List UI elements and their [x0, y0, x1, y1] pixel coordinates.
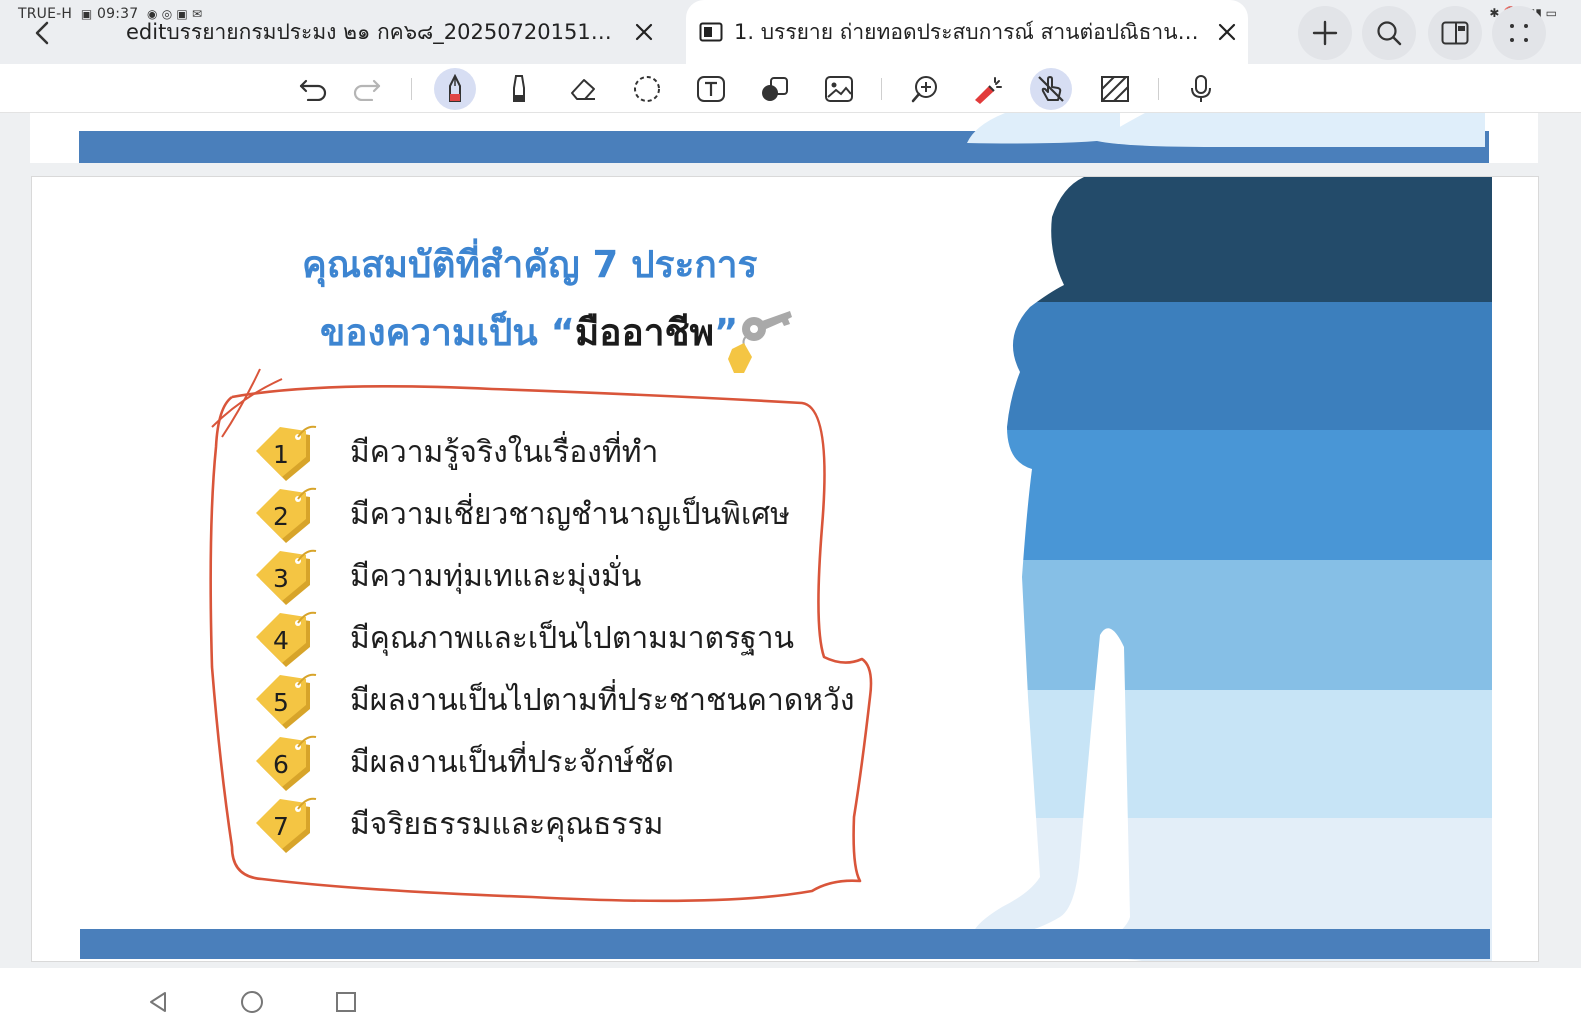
- previous-slide-edge: [30, 113, 1538, 163]
- number-tag-badge: 4: [254, 607, 324, 669]
- qualification-item-text: มีผลงานเป็นที่ประจักษ์ชัด: [350, 745, 674, 780]
- close-icon: [1218, 23, 1236, 41]
- eraser-tool[interactable]: [562, 68, 604, 110]
- zoom-icon: [911, 76, 937, 103]
- image-icon: [825, 76, 853, 102]
- background-pattern-icon: [1101, 76, 1129, 102]
- tab-title: 1. บรรยาย ถ่ายทอดประสบการณ์ สานต่อปณิธาน…: [734, 19, 1204, 44]
- browser-tab-bar: TRUE-H ▣ 09:37 ◉ ◎ ▣ ✉ ✱ 🔕 ▮▮▮ ▭ editบรร…: [0, 0, 1581, 64]
- qualification-item-text: มีความรู้จริงในเรื่องที่ทำ: [350, 435, 659, 470]
- finger-draw-icon: [1038, 76, 1064, 102]
- nav-home-button[interactable]: [230, 980, 274, 1024]
- svg-text:2: 2: [273, 502, 289, 531]
- pen-tool[interactable]: [434, 68, 476, 110]
- laser-pointer-tool[interactable]: [966, 68, 1008, 110]
- svg-text:6: 6: [273, 750, 289, 779]
- voice-icon: [1191, 75, 1211, 102]
- background-pattern-tool[interactable]: [1094, 68, 1136, 110]
- lasso-icon: [634, 76, 660, 102]
- slide-title-line-1: คุณสมบัติที่สำคัญ 7 ประการ: [302, 243, 758, 286]
- tag-icon: 5: [256, 673, 317, 729]
- title-prefix: ของความเป็น: [320, 311, 551, 354]
- slide-title-line-2: ของความเป็น “มืออาชีพ”: [320, 303, 738, 362]
- finger-draw-toggle[interactable]: [1030, 68, 1072, 110]
- back-button[interactable]: [18, 8, 68, 58]
- tag-icon: 7: [256, 797, 317, 853]
- undo-button[interactable]: [292, 68, 334, 110]
- number-tag-badge: 7: [254, 793, 324, 855]
- split-view-icon: [1441, 21, 1469, 45]
- redo-icon: [353, 79, 381, 101]
- toolbar-divider: [1158, 78, 1159, 100]
- close-tab-button[interactable]: [629, 17, 659, 47]
- number-tag-badge: 1: [254, 421, 324, 483]
- number-tag-badge: 2: [254, 483, 324, 545]
- plus-icon: [1312, 20, 1338, 46]
- close-icon: [635, 23, 653, 41]
- tab-document-1[interactable]: editบรรยายกรมประมง ๒๑ กค๖๘_202507201515_…: [110, 0, 670, 64]
- tag-icon: 1: [256, 425, 317, 481]
- annotation-toolbar: [0, 64, 1581, 113]
- laser-pointer-icon: [975, 77, 1002, 104]
- silhouette-feet-graphic: [967, 113, 1485, 147]
- more-options-button[interactable]: [1492, 6, 1546, 60]
- professional-silhouette-graphic: [972, 177, 1492, 961]
- nav-recents-button[interactable]: [324, 980, 368, 1024]
- current-slide: คุณสมบัติที่สำคัญ 7 ประการ ของความเป็น “…: [31, 176, 1539, 962]
- network-icons: ▣: [80, 7, 93, 21]
- undo-icon: [299, 79, 327, 101]
- qualification-item-text: มีคุณภาพและเป็นไปตามมาตรฐาน: [350, 621, 795, 656]
- number-tag-badge: 6: [254, 731, 324, 793]
- text-box-icon: [697, 76, 725, 102]
- svg-text:1: 1: [273, 440, 289, 469]
- more-icon: [1510, 24, 1528, 42]
- tag-icon: 6: [256, 735, 317, 791]
- system-navigation-bar: [0, 968, 1581, 1035]
- voice-record-button[interactable]: [1180, 68, 1222, 110]
- slide-bottom-band: [80, 929, 1490, 959]
- svg-text:7: 7: [273, 812, 289, 841]
- tab-title: editบรรยายกรมประมง ๒๑ กค๖๘_202507201515_…: [126, 19, 621, 44]
- tag-icon: 4: [256, 611, 317, 667]
- chevron-left-icon: [35, 21, 49, 45]
- search-button[interactable]: [1362, 6, 1416, 60]
- toolbar-divider: [881, 78, 882, 100]
- highlighter-icon: [513, 75, 525, 102]
- split-view-button[interactable]: [1428, 6, 1482, 60]
- document-icon: [698, 20, 724, 44]
- qualification-item-text: มีจริยธรรมและคุณธรรม: [350, 807, 664, 842]
- close-tab-button[interactable]: [1212, 17, 1242, 47]
- back-triangle-icon: [150, 992, 166, 1012]
- search-icon: [1377, 21, 1402, 46]
- number-tag-badge: 3: [254, 545, 324, 607]
- qualification-item-text: มีความทุ่มเทและมุ่งมั่น: [350, 559, 642, 594]
- eraser-icon: [571, 79, 595, 100]
- title-emphasis: มืออาชีพ: [574, 311, 715, 354]
- svg-text:3: 3: [273, 564, 289, 593]
- zoom-tool[interactable]: [904, 68, 946, 110]
- nav-back-button[interactable]: [136, 980, 180, 1024]
- quote-open: “: [550, 311, 575, 354]
- redo-button[interactable]: [346, 68, 388, 110]
- recents-square-icon: [336, 992, 356, 1012]
- shapes-tool[interactable]: [754, 68, 796, 110]
- highlighter-tool[interactable]: [498, 68, 540, 110]
- toolbar-divider: [411, 78, 412, 100]
- shapes-icon: [762, 77, 788, 101]
- number-tag-badge: 5: [254, 669, 324, 731]
- tag-icon: 2: [256, 487, 317, 543]
- new-tab-button[interactable]: [1298, 6, 1352, 60]
- pen-icon: [449, 74, 461, 102]
- document-canvas[interactable]: คุณสมบัติที่สำคัญ 7 ประการ ของความเป็น “…: [0, 113, 1581, 968]
- tag-icon: 3: [256, 549, 317, 605]
- text-box-tool[interactable]: [690, 68, 732, 110]
- qualification-item-text: มีความเชี่ยวชาญชำนาญเป็นพิเศษ: [350, 497, 790, 532]
- svg-text:5: 5: [273, 688, 289, 717]
- home-circle-icon: [241, 991, 263, 1013]
- qualification-item-text: มีผลงานเป็นไปตามที่ประชาชนคาดหวัง: [350, 683, 855, 718]
- insert-image-tool[interactable]: [818, 68, 860, 110]
- lasso-tool[interactable]: [626, 68, 668, 110]
- tab-document-2[interactable]: 1. บรรยาย ถ่ายทอดประสบการณ์ สานต่อปณิธาน…: [686, 0, 1248, 64]
- svg-text:4: 4: [273, 626, 289, 655]
